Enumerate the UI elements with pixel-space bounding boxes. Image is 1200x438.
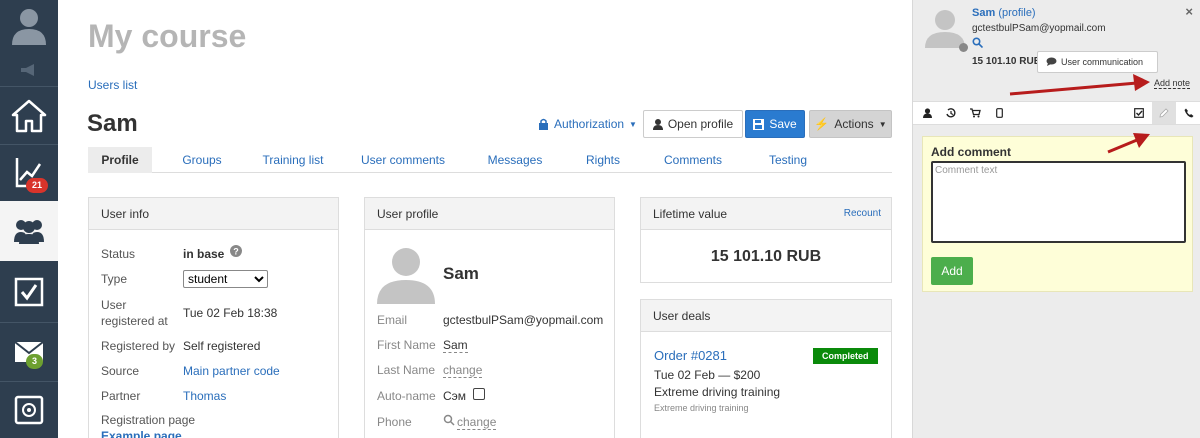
annotation-arrows [1009, 74, 1150, 154]
arrow-to-add-note [1009, 81, 1138, 96]
arrow-head-add-note [1133, 74, 1150, 91]
arrow-to-pencil [1107, 138, 1138, 154]
